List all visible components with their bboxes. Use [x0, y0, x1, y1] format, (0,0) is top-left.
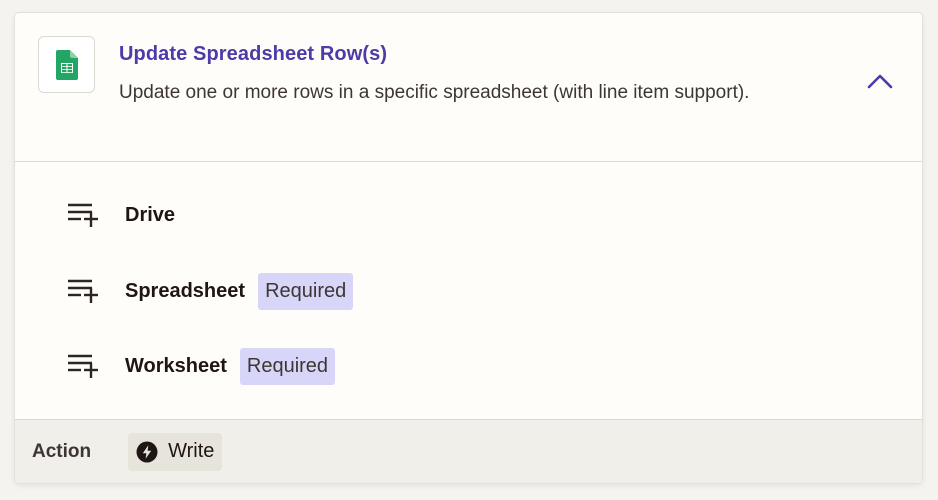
- required-badge: Required: [239, 347, 336, 385]
- chevron-up-icon: [867, 74, 893, 89]
- step-footer: Action Write: [15, 419, 922, 483]
- field-label: Worksheet: [125, 354, 227, 377]
- action-type-label: Write: [168, 440, 215, 462]
- required-badge: Required: [258, 272, 354, 310]
- field-list: Drive Spreadsheet Required Worksheet Req…: [15, 162, 922, 420]
- bolt-icon: [136, 441, 158, 462]
- google-sheets-icon: [38, 36, 95, 93]
- list-add-icon: [68, 203, 98, 227]
- step-description: Update one or more rows in a specific sp…: [119, 82, 750, 103]
- list-add-icon: [68, 279, 98, 303]
- field-row-drive[interactable]: Drive: [67, 196, 175, 234]
- field-row-worksheet[interactable]: Worksheet Required: [67, 347, 336, 385]
- step-title: Update Spreadsheet Row(s): [119, 43, 388, 65]
- field-row-spreadsheet[interactable]: Spreadsheet Required: [67, 272, 354, 310]
- field-label: Spreadsheet: [125, 279, 246, 302]
- action-step-card: Update Spreadsheet Row(s) Update one or …: [14, 12, 923, 484]
- step-header[interactable]: Update Spreadsheet Row(s) Update one or …: [15, 13, 922, 162]
- collapse-button[interactable]: [866, 69, 894, 93]
- footer-label: Action: [32, 440, 92, 462]
- list-add-icon: [68, 354, 98, 378]
- field-label: Drive: [125, 203, 176, 226]
- action-type-chip: Write: [128, 432, 223, 471]
